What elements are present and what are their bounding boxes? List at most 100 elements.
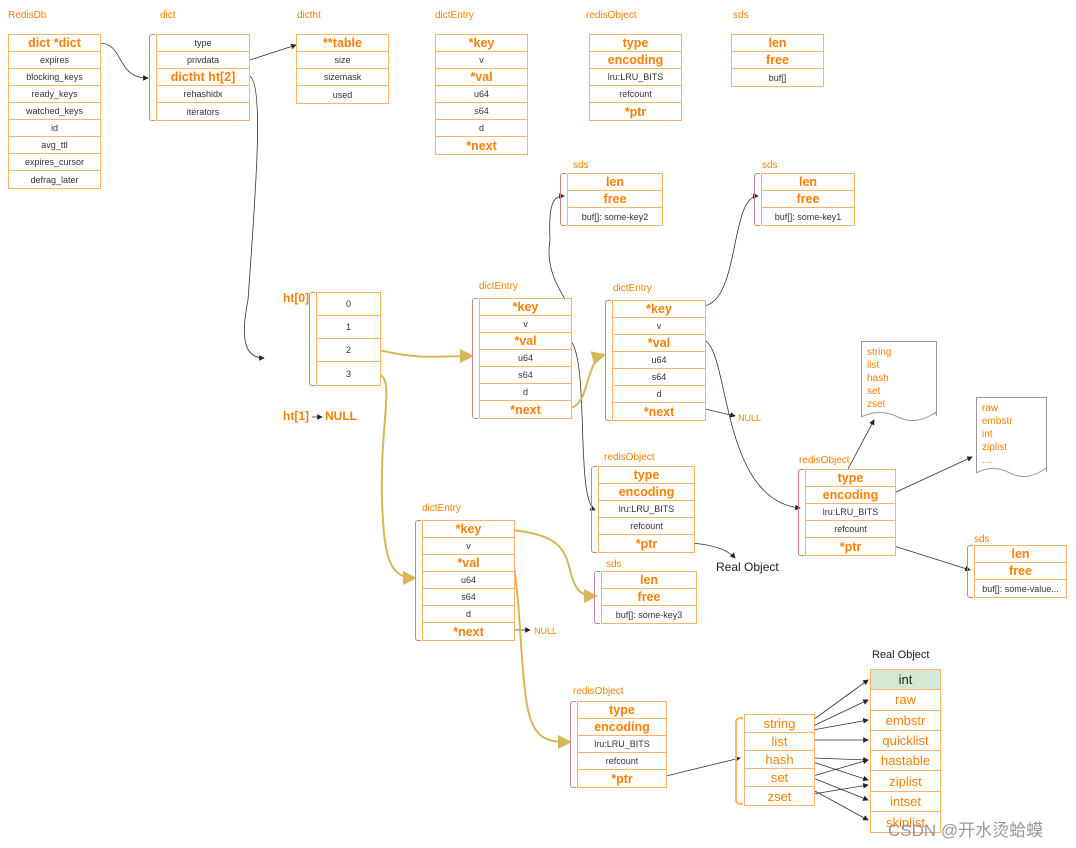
field-int: int bbox=[871, 670, 940, 691]
sds-value-box: len free buf[]: some-value... bbox=[974, 545, 1067, 598]
encoding-raw: raw bbox=[982, 403, 999, 414]
table-box: 012 3 bbox=[316, 292, 381, 386]
field-watched-keys: watched_keys bbox=[9, 103, 100, 120]
field-sizemask: sizemask bbox=[297, 69, 388, 86]
field-next: *next bbox=[510, 402, 541, 417]
obj-h-label: redisObject bbox=[573, 686, 624, 697]
sds-box: len free buf[] bbox=[731, 34, 824, 87]
table-label: ht[0] bbox=[283, 291, 309, 305]
field-refcount: refcount bbox=[590, 86, 681, 103]
type-zset: zset bbox=[867, 399, 886, 410]
field-u64: u64 bbox=[436, 86, 527, 103]
sds-label: sds bbox=[733, 10, 749, 21]
field-next: *next bbox=[466, 138, 497, 153]
field-d: d bbox=[436, 120, 527, 137]
encoding-ziplist: ziplist bbox=[982, 442, 1008, 453]
entry-f-label: dictEntry bbox=[422, 503, 461, 514]
field-lru-lru-bits: lru:LRU_BITS bbox=[599, 501, 694, 518]
field-type: type bbox=[590, 35, 681, 52]
redisobject-box: type encoding lru:LRU_BITS refcount *ptr bbox=[589, 34, 682, 121]
sds-key1-box: len free buf[]: some-key1 bbox=[761, 173, 855, 226]
bracket bbox=[594, 571, 600, 624]
field-free: free bbox=[975, 563, 1066, 580]
entry-f-box: *key v *val u64 s64 d *next bbox=[422, 520, 515, 641]
field-val: *val bbox=[613, 335, 705, 352]
watermark: CSDN @开水烫蛤蟆 bbox=[888, 821, 1044, 840]
bracket bbox=[309, 292, 315, 386]
bracket bbox=[415, 520, 421, 641]
field-v: v bbox=[613, 318, 705, 335]
field-len: len bbox=[568, 174, 662, 191]
field-lru-lru-bits: lru:LRU_BITS bbox=[590, 69, 681, 86]
field-len: len bbox=[762, 174, 854, 191]
sds-key2-label: sds bbox=[573, 160, 589, 171]
field-1: 1 bbox=[317, 316, 380, 339]
field-u64: u64 bbox=[613, 352, 705, 369]
bracket bbox=[967, 545, 973, 598]
encoding-embstr: embstr bbox=[982, 416, 1013, 427]
field-len: len bbox=[602, 572, 696, 589]
ht1-label: ht[1] bbox=[283, 409, 309, 423]
field-intset: intset bbox=[871, 792, 940, 813]
field-table: **table bbox=[297, 35, 388, 52]
field-val: *val bbox=[423, 555, 514, 572]
ht1-null: NULL bbox=[325, 409, 357, 423]
sds-key3-box: len free buf[]: some-key3 bbox=[601, 571, 697, 624]
obj-e-label: redisObject bbox=[604, 452, 655, 463]
field-dict-dict: dict *dict bbox=[9, 35, 100, 52]
entry-b-box: *key v *val u64 s64 d *next bbox=[612, 300, 706, 421]
field-lru-lru-bits: lru:LRU_BITS bbox=[806, 504, 895, 521]
bracket bbox=[735, 717, 743, 805]
field-ziplist: ziplist bbox=[871, 771, 940, 792]
field-s64: s64 bbox=[436, 103, 527, 120]
real-box: int raw embstr quicklist hastable ziplist ints… bbox=[870, 669, 941, 834]
dict-label: dict bbox=[160, 10, 176, 21]
field-free: free bbox=[732, 52, 823, 69]
dictht-box: **table size sizemask used bbox=[296, 34, 389, 104]
bracket bbox=[591, 466, 597, 553]
field-0: 0 bbox=[317, 293, 380, 316]
field-used: used bbox=[332, 89, 353, 100]
field-buf-some-key2: buf[]: some-key2 bbox=[581, 211, 649, 222]
types-box: string list hash set zset bbox=[744, 714, 815, 806]
field-v: v bbox=[480, 316, 571, 333]
bracket bbox=[570, 701, 576, 788]
field-u64: u64 bbox=[480, 350, 571, 367]
field-free: free bbox=[762, 191, 854, 208]
field-buf-some-key3: buf[]: some-key3 bbox=[615, 609, 683, 620]
field-s64: s64 bbox=[423, 589, 514, 606]
field-len: len bbox=[975, 546, 1066, 563]
encoding-list-note: raw embstr int ziplist .... bbox=[976, 397, 1047, 472]
field-expires: expires bbox=[9, 52, 100, 69]
dictht-label: dictht bbox=[297, 10, 321, 21]
redisdb-label: RedisDb bbox=[8, 10, 47, 21]
field-len: len bbox=[732, 35, 823, 52]
field-type: type bbox=[578, 702, 666, 719]
dictentry-label: dictEntry bbox=[435, 10, 474, 21]
field-key: *key bbox=[436, 35, 527, 52]
field-encoding: encoding bbox=[806, 487, 895, 504]
field-buf: buf[] bbox=[768, 72, 787, 83]
field-buf-some-value: buf[]: some-value... bbox=[982, 583, 1059, 594]
sds-value-label: sds bbox=[974, 534, 990, 545]
field-id: id bbox=[9, 120, 100, 137]
field-next: *next bbox=[643, 404, 675, 419]
field-blocking-keys: blocking_keys bbox=[9, 69, 100, 86]
field-ptr: *ptr bbox=[611, 771, 633, 786]
bracket bbox=[754, 173, 760, 226]
field-defrag-later: defrag_later bbox=[30, 174, 79, 185]
field-hash: hash bbox=[745, 751, 814, 769]
field-free: free bbox=[568, 191, 662, 208]
field-next: *next bbox=[453, 624, 484, 639]
field-buf-some-key1: buf[]: some-key1 bbox=[774, 211, 842, 222]
field-raw: raw bbox=[871, 690, 940, 711]
field-refcount: refcount bbox=[806, 521, 895, 538]
field-string: string bbox=[745, 715, 814, 733]
encoding-int: int bbox=[982, 429, 993, 440]
null-entry-f: NULL bbox=[534, 626, 558, 636]
type-string: string bbox=[867, 347, 892, 358]
field-s64: s64 bbox=[613, 369, 705, 386]
real-object-label: Real Object bbox=[716, 560, 779, 574]
redisdb-box: dict *dict expires blocking_keys ready_keys… bbox=[8, 34, 101, 189]
field-d: d bbox=[423, 606, 514, 623]
